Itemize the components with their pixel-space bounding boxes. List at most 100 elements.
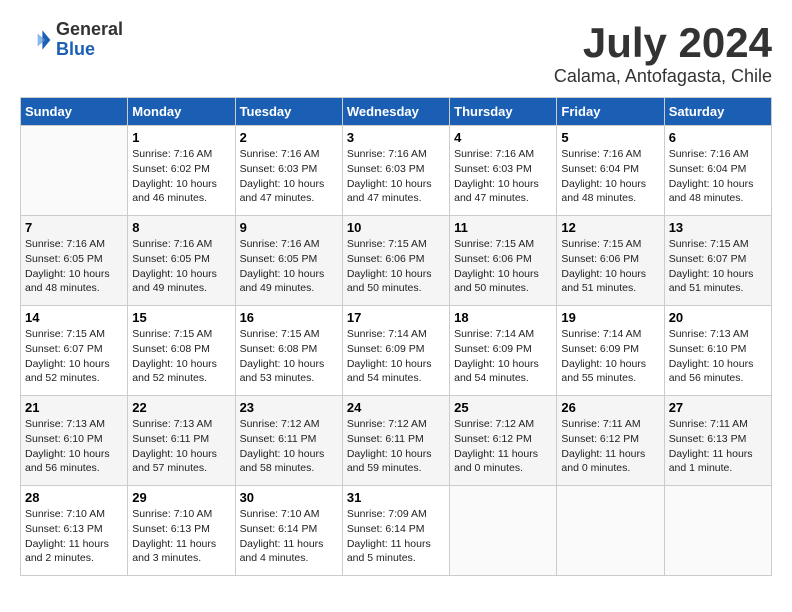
day-cell: 10Sunrise: 7:15 AM Sunset: 6:06 PM Dayli…	[342, 216, 449, 306]
day-number: 6	[669, 130, 767, 145]
day-cell	[557, 486, 664, 576]
day-number: 14	[25, 310, 123, 325]
day-number: 31	[347, 490, 445, 505]
day-cell: 22 Sunrise: 7:13 AM Sunset: 6:11 PM Dayli…	[128, 396, 235, 486]
day-info: Sunrise: 7:16 AM Sunset: 6:03 PM Dayligh…	[240, 147, 338, 206]
week-row-2: 7 Sunrise: 7:16 AM Sunset: 6:05 PM Daylig…	[21, 216, 772, 306]
day-cell: 14 Sunrise: 7:15 AM Sunset: 6:07 PM Dayli…	[21, 306, 128, 396]
day-info: Sunrise: 7:15 AM Sunset: 6:07 PM Dayligh…	[669, 237, 767, 296]
day-number: 28	[25, 490, 123, 505]
day-info: Sunrise: 7:16 AM Sunset: 6:05 PM Dayligh…	[25, 237, 123, 296]
day-info: Sunrise: 7:12 AM Sunset: 6:11 PM Dayligh…	[347, 417, 445, 476]
day-cell: 2Sunrise: 7:16 AM Sunset: 6:03 PM Daylig…	[235, 126, 342, 216]
day-cell: 9 Sunrise: 7:16 AM Sunset: 6:05 PM Daylig…	[235, 216, 342, 306]
header-cell-friday: Friday	[557, 98, 664, 126]
day-cell: 24 Sunrise: 7:12 AM Sunset: 6:11 PM Dayli…	[342, 396, 449, 486]
week-row-1: 1 Sunrise: 7:16 AM Sunset: 6:02 PM Daylig…	[21, 126, 772, 216]
day-cell: 18 Sunrise: 7:14 AM Sunset: 6:09 PM Dayli…	[450, 306, 557, 396]
day-info: Sunrise: 7:13 AM Sunset: 6:10 PM Dayligh…	[669, 327, 767, 386]
day-cell: 4Sunrise: 7:16 AM Sunset: 6:03 PM Daylig…	[450, 126, 557, 216]
day-cell: 17Sunrise: 7:14 AM Sunset: 6:09 PM Dayli…	[342, 306, 449, 396]
day-cell	[664, 486, 771, 576]
header-cell-saturday: Saturday	[664, 98, 771, 126]
day-cell: 21Sunrise: 7:13 AM Sunset: 6:10 PM Dayli…	[21, 396, 128, 486]
day-cell: 20 Sunrise: 7:13 AM Sunset: 6:10 PM Dayli…	[664, 306, 771, 396]
day-cell: 15 Sunrise: 7:15 AM Sunset: 6:08 PM Dayli…	[128, 306, 235, 396]
day-number: 21	[25, 400, 123, 415]
day-info: Sunrise: 7:15 AM Sunset: 6:08 PM Dayligh…	[240, 327, 338, 386]
day-number: 12	[561, 220, 659, 235]
day-info: Sunrise: 7:14 AM Sunset: 6:09 PM Dayligh…	[561, 327, 659, 386]
day-number: 1	[132, 130, 230, 145]
day-cell: 11Sunrise: 7:15 AM Sunset: 6:06 PM Dayli…	[450, 216, 557, 306]
day-number: 23	[240, 400, 338, 415]
day-info: Sunrise: 7:16 AM Sunset: 6:03 PM Dayligh…	[347, 147, 445, 206]
day-cell: 31 Sunrise: 7:09 AM Sunset: 6:14 PM Dayli…	[342, 486, 449, 576]
week-row-4: 21Sunrise: 7:13 AM Sunset: 6:10 PM Dayli…	[21, 396, 772, 486]
header-row: SundayMondayTuesdayWednesdayThursdayFrid…	[21, 98, 772, 126]
day-info: Sunrise: 7:16 AM Sunset: 6:02 PM Dayligh…	[132, 147, 230, 206]
day-number: 19	[561, 310, 659, 325]
day-number: 9	[240, 220, 338, 235]
header-cell-monday: Monday	[128, 98, 235, 126]
header-cell-thursday: Thursday	[450, 98, 557, 126]
day-number: 8	[132, 220, 230, 235]
day-info: Sunrise: 7:09 AM Sunset: 6:14 PM Dayligh…	[347, 507, 445, 566]
day-cell: 28 Sunrise: 7:10 AM Sunset: 6:13 PM Dayli…	[21, 486, 128, 576]
day-cell: 12 Sunrise: 7:15 AM Sunset: 6:06 PM Dayli…	[557, 216, 664, 306]
day-number: 5	[561, 130, 659, 145]
page-header: General Blue July 2024 Calama, Antofagas…	[20, 20, 772, 87]
day-number: 30	[240, 490, 338, 505]
logo: General Blue	[20, 20, 123, 60]
month-title: July 2024	[554, 20, 772, 66]
day-cell: 6Sunrise: 7:16 AM Sunset: 6:04 PM Daylig…	[664, 126, 771, 216]
day-number: 22	[132, 400, 230, 415]
day-number: 13	[669, 220, 767, 235]
day-cell: 30 Sunrise: 7:10 AM Sunset: 6:14 PM Dayli…	[235, 486, 342, 576]
day-info: Sunrise: 7:15 AM Sunset: 6:06 PM Dayligh…	[561, 237, 659, 296]
day-info: Sunrise: 7:16 AM Sunset: 6:03 PM Dayligh…	[454, 147, 552, 206]
day-cell: 7 Sunrise: 7:16 AM Sunset: 6:05 PM Daylig…	[21, 216, 128, 306]
day-info: Sunrise: 7:15 AM Sunset: 6:06 PM Dayligh…	[454, 237, 552, 296]
day-info: Sunrise: 7:14 AM Sunset: 6:09 PM Dayligh…	[347, 327, 445, 386]
day-cell: 29 Sunrise: 7:10 AM Sunset: 6:13 PM Dayli…	[128, 486, 235, 576]
day-number: 3	[347, 130, 445, 145]
day-number: 7	[25, 220, 123, 235]
day-cell: 13 Sunrise: 7:15 AM Sunset: 6:07 PM Dayli…	[664, 216, 771, 306]
day-info: Sunrise: 7:15 AM Sunset: 6:07 PM Dayligh…	[25, 327, 123, 386]
day-info: Sunrise: 7:11 AM Sunset: 6:12 PM Dayligh…	[561, 417, 659, 476]
day-cell: 27Sunrise: 7:11 AM Sunset: 6:13 PM Dayli…	[664, 396, 771, 486]
logo-icon	[20, 24, 52, 56]
day-cell: 3 Sunrise: 7:16 AM Sunset: 6:03 PM Daylig…	[342, 126, 449, 216]
day-cell: 16Sunrise: 7:15 AM Sunset: 6:08 PM Dayli…	[235, 306, 342, 396]
day-number: 24	[347, 400, 445, 415]
day-cell: 1 Sunrise: 7:16 AM Sunset: 6:02 PM Daylig…	[128, 126, 235, 216]
day-info: Sunrise: 7:10 AM Sunset: 6:14 PM Dayligh…	[240, 507, 338, 566]
day-cell: 23 Sunrise: 7:12 AM Sunset: 6:11 PM Dayli…	[235, 396, 342, 486]
day-cell: 8Sunrise: 7:16 AM Sunset: 6:05 PM Daylig…	[128, 216, 235, 306]
day-cell	[21, 126, 128, 216]
day-info: Sunrise: 7:13 AM Sunset: 6:11 PM Dayligh…	[132, 417, 230, 476]
week-row-3: 14 Sunrise: 7:15 AM Sunset: 6:07 PM Dayli…	[21, 306, 772, 396]
day-cell: 26Sunrise: 7:11 AM Sunset: 6:12 PM Dayli…	[557, 396, 664, 486]
day-info: Sunrise: 7:10 AM Sunset: 6:13 PM Dayligh…	[25, 507, 123, 566]
day-info: Sunrise: 7:14 AM Sunset: 6:09 PM Dayligh…	[454, 327, 552, 386]
logo-text: General Blue	[56, 20, 123, 60]
day-cell: 25Sunrise: 7:12 AM Sunset: 6:12 PM Dayli…	[450, 396, 557, 486]
day-number: 29	[132, 490, 230, 505]
day-cell	[450, 486, 557, 576]
day-number: 18	[454, 310, 552, 325]
calendar-table: SundayMondayTuesdayWednesdayThursdayFrid…	[20, 97, 772, 576]
day-info: Sunrise: 7:10 AM Sunset: 6:13 PM Dayligh…	[132, 507, 230, 566]
day-info: Sunrise: 7:16 AM Sunset: 6:05 PM Dayligh…	[240, 237, 338, 296]
day-number: 15	[132, 310, 230, 325]
day-number: 20	[669, 310, 767, 325]
day-number: 10	[347, 220, 445, 235]
day-info: Sunrise: 7:15 AM Sunset: 6:08 PM Dayligh…	[132, 327, 230, 386]
header-cell-sunday: Sunday	[21, 98, 128, 126]
day-number: 25	[454, 400, 552, 415]
day-info: Sunrise: 7:16 AM Sunset: 6:04 PM Dayligh…	[561, 147, 659, 206]
day-info: Sunrise: 7:12 AM Sunset: 6:11 PM Dayligh…	[240, 417, 338, 476]
header-cell-wednesday: Wednesday	[342, 98, 449, 126]
logo-general: General	[56, 20, 123, 40]
